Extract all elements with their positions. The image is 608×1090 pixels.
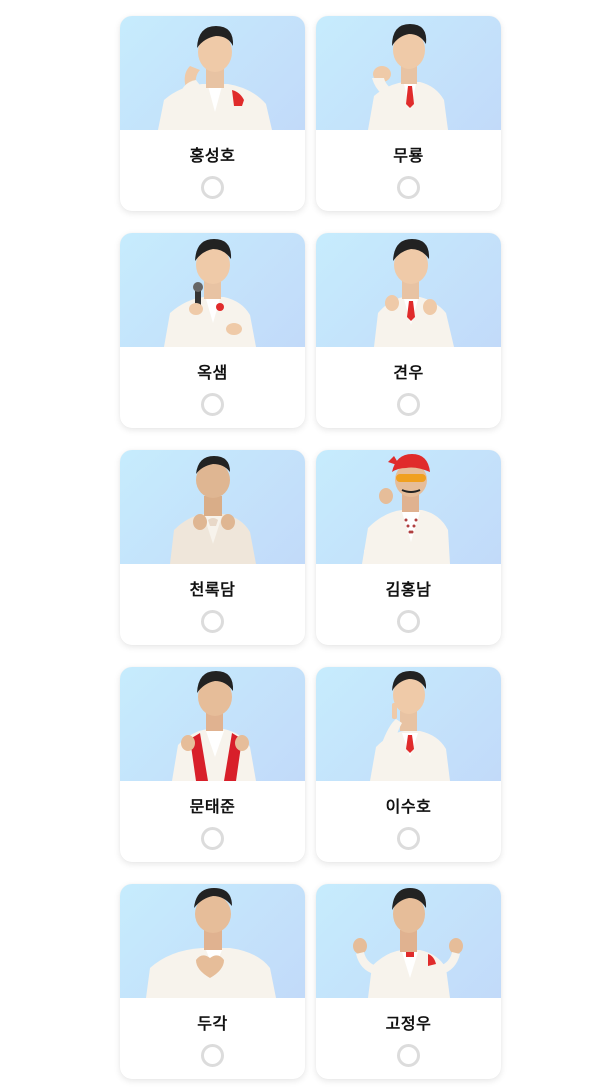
vote-radio[interactable] (397, 827, 420, 850)
vote-radio[interactable] (201, 610, 224, 633)
candidate-name: 문태준 (189, 797, 236, 816)
candidate-card[interactable]: 천록담 (120, 450, 305, 645)
candidate-photo (316, 667, 501, 781)
candidate-photo (316, 233, 501, 347)
candidate-name: 이수호 (385, 797, 432, 816)
candidate-photo (120, 450, 305, 564)
candidate-card[interactable]: 고정우 (316, 884, 501, 1079)
candidate-name: 고정우 (385, 1014, 432, 1033)
candidate-grid: 홍성호 무룡 옥샘 견우 천록담 김홍남 문태준 이수호 두각 고정우 (120, 16, 501, 1079)
candidate-name: 천록담 (189, 580, 236, 599)
candidate-name: 두각 (197, 1014, 228, 1033)
candidate-card[interactable]: 김홍남 (316, 450, 501, 645)
vote-radio[interactable] (201, 1044, 224, 1067)
candidate-name: 김홍남 (385, 580, 432, 599)
candidate-name: 무룡 (393, 146, 424, 165)
candidate-name: 옥샘 (197, 363, 228, 382)
vote-radio[interactable] (201, 176, 224, 199)
candidate-photo (316, 884, 501, 998)
candidate-card[interactable]: 홍성호 (120, 16, 305, 211)
vote-radio[interactable] (397, 610, 420, 633)
vote-radio[interactable] (397, 176, 420, 199)
candidate-name: 견우 (393, 363, 424, 382)
candidate-name: 홍성호 (189, 146, 236, 165)
candidate-photo (120, 884, 305, 998)
candidate-photo (120, 233, 305, 347)
candidate-card[interactable]: 이수호 (316, 667, 501, 862)
vote-radio[interactable] (201, 827, 224, 850)
candidate-photo (120, 16, 305, 130)
candidate-card[interactable]: 두각 (120, 884, 305, 1079)
candidate-card[interactable]: 문태준 (120, 667, 305, 862)
candidate-photo (120, 667, 305, 781)
vote-radio[interactable] (201, 393, 224, 416)
vote-radio[interactable] (397, 1044, 420, 1067)
vote-radio[interactable] (397, 393, 420, 416)
candidate-photo (316, 16, 501, 130)
candidate-card[interactable]: 무룡 (316, 16, 501, 211)
candidate-photo (316, 450, 501, 564)
candidate-card[interactable]: 옥샘 (120, 233, 305, 428)
candidate-card[interactable]: 견우 (316, 233, 501, 428)
